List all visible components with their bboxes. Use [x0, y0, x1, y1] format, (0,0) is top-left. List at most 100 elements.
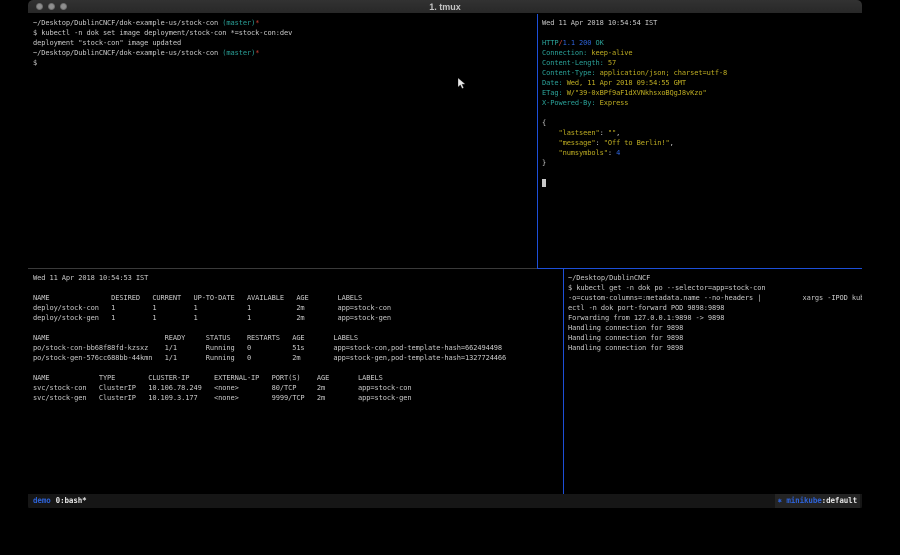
terminal-line: ectl -n dok port-forward POD 9898:9898 — [568, 303, 862, 313]
terminal-text-segment: $ kubectl -n dok set image deployment/st… — [33, 29, 292, 37]
window-titlebar[interactable]: 1. tmux — [28, 0, 862, 14]
terminal-line — [542, 178, 862, 188]
terminal-text-segment: , — [670, 139, 674, 147]
terminal-line: svc/stock-gen ClusterIP 10.109.3.177 <no… — [33, 393, 563, 403]
terminal-text-segment: "Off to Berlin!" — [604, 139, 670, 147]
terminal-line: Content-Length: 57 — [542, 58, 862, 68]
terminal-text-segment: deployment "stock-con" image updated — [33, 39, 181, 47]
terminal-text-segment: ~/Desktop/DublinCNCF/dok-example-us/stoc… — [33, 19, 222, 27]
terminal-line: deploy/stock-gen 1 1 1 1 2m app=stock-ge… — [33, 313, 563, 323]
terminal-text-segment — [542, 129, 558, 137]
terminal-text-segment: $ kubectl get -n dok po --selector=app=s… — [568, 284, 766, 292]
terminal-line: Handling connection for 9898 — [568, 333, 862, 343]
terminal-text-segment: OK — [596, 39, 604, 47]
terminal-text-segment: Content-Length: — [542, 59, 604, 67]
pane-kubectl-get[interactable]: Wed 11 Apr 2018 10:54:53 IST NAME DESIRE… — [28, 269, 563, 494]
terminal-line: ~/Desktop/DublinCNCF/dok-example-us/stoc… — [33, 48, 537, 58]
terminal-line: HTTP/1.1 200 OK — [542, 38, 862, 48]
terminal-text-segment: Handling connection for 9898 — [568, 334, 683, 342]
terminal-line: $ — [33, 58, 537, 68]
terminal-text-segment: NAME DESIRED CURRENT UP-TO-DATE AVAILABL… — [33, 294, 362, 302]
terminal-text-segment: : — [600, 129, 608, 137]
terminal-text-segment: ectl -n dok port-forward POD 9898:9898 — [568, 304, 724, 312]
terminal-line: X-Powered-By: Express — [542, 98, 862, 108]
terminal-text-segment: NAME READY STATUS RESTARTS AGE LABELS — [33, 334, 358, 342]
terminal-text-segment: X-Powered-By: — [542, 99, 596, 107]
pane-divider-vertical-top[interactable] — [537, 14, 538, 269]
terminal-text-segment: Date: — [542, 79, 563, 87]
terminal-text-segment: HTTP — [542, 39, 558, 47]
terminal-text-segment: : — [608, 149, 616, 157]
terminal-line: po/stock-con-bb68f88fd-kzsxz 1/1 Running… — [33, 343, 563, 353]
terminal-text-segment: application/json; charset=utf-8 — [596, 69, 728, 77]
terminal-line — [542, 168, 862, 178]
terminal-window: 1. tmux ~/Desktop/DublinCNCF/dok-example… — [28, 0, 862, 510]
pane-port-forward[interactable]: ~/Desktop/DublinCNCF $ kubectl get -n dok… — [564, 269, 862, 494]
terminal-line — [33, 323, 563, 333]
terminal-text-segment: Connection: — [542, 49, 587, 57]
terminal-text-segment: svc/stock-con ClusterIP 10.106.78.249 <n… — [33, 384, 412, 392]
terminal-text-segment: ~/Desktop/DublinCNCF — [568, 274, 650, 282]
terminal-line: NAME DESIRED CURRENT UP-TO-DATE AVAILABL… — [33, 293, 563, 303]
tmux-status-bar: demo 0:bash* ⎈ minikube:default — [28, 494, 862, 508]
terminal-line: "message": "Off to Berlin!", — [542, 138, 862, 148]
terminal-text-segment: (master) — [222, 49, 255, 57]
terminal-line: ~/Desktop/DublinCNCF/dok-example-us/stoc… — [33, 18, 537, 28]
terminal-line: deploy/stock-con 1 1 1 1 2m app=stock-co… — [33, 303, 563, 313]
terminal-line: NAME READY STATUS RESTARTS AGE LABELS — [33, 333, 563, 343]
terminal-text-segment: deploy/stock-con 1 1 1 1 2m app=stock-co… — [33, 304, 391, 312]
session-name: demo — [30, 494, 54, 508]
terminal-line: Forwarding from 127.0.0.1:9898 -> 9898 — [568, 313, 862, 323]
terminal-text-segment: po/stock-con-bb68f88fd-kzsxz 1/1 Running… — [33, 344, 502, 352]
terminal-line: deployment "stock-con" image updated — [33, 38, 537, 48]
terminal-text-segment: $ — [33, 59, 37, 67]
terminal-text-segment: Wed, 11 Apr 2018 09:54:55 GMT — [563, 79, 686, 87]
terminal-text-segment: ETag: — [542, 89, 563, 97]
pane-divider-vertical-bottom[interactable] — [563, 269, 564, 494]
terminal-line: po/stock-gen-576cc688bb-44kmn 1/1 Runnin… — [33, 353, 563, 363]
terminal-text-segment: deploy/stock-gen 1 1 1 1 2m app=stock-ge… — [33, 314, 391, 322]
terminal-line — [542, 28, 862, 38]
terminal-text-segment: : — [596, 139, 604, 147]
desktop: { "window": { "title": "1. tmux" }, "col… — [0, 0, 900, 555]
terminal-text-segment: 4 — [616, 149, 620, 157]
terminal-text-segment: Wed 11 Apr 2018 10:54:54 IST — [542, 19, 657, 27]
terminal-text-segment: , — [616, 129, 620, 137]
terminal-text-segment: "message" — [558, 139, 595, 147]
terminal-line: Content-Type: application/json; charset=… — [542, 68, 862, 78]
terminal-text-segment: "" — [608, 129, 616, 137]
terminal-line: -o=custom-columns=:metadata.name --no-he… — [568, 293, 862, 303]
terminal-line: $ kubectl -n dok set image deployment/st… — [33, 28, 537, 38]
terminal-line: Wed 11 Apr 2018 10:54:53 IST — [33, 273, 563, 283]
terminal-text-segment: po/stock-gen-576cc688bb-44kmn 1/1 Runnin… — [33, 354, 506, 362]
terminal-text-segment: (master) — [222, 19, 255, 27]
terminal-line: svc/stock-con ClusterIP 10.106.78.249 <n… — [33, 383, 563, 393]
terminal-line: Handling connection for 9898 — [568, 343, 862, 353]
tmux-session: ~/Desktop/DublinCNCF/dok-example-us/stoc… — [28, 14, 862, 494]
terminal-text-segment: Express — [596, 99, 629, 107]
terminal-line: Date: Wed, 11 Apr 2018 09:54:55 GMT — [542, 78, 862, 88]
terminal-line: Wed 11 Apr 2018 10:54:54 IST — [542, 18, 862, 28]
status-window-item[interactable]: 0:bash* — [54, 494, 89, 508]
terminal-text-segment: "numsymbols" — [558, 149, 607, 157]
pane-divider-horizontal-left[interactable] — [28, 268, 537, 269]
terminal-cursor — [542, 179, 546, 187]
pane-http-response[interactable]: Wed 11 Apr 2018 10:54:54 IST HTTP/1.1 20… — [538, 14, 862, 268]
pane-divider-horizontal-right[interactable] — [537, 268, 862, 269]
terminal-text-segment: W/"39-0xBPf9aF1dXVNkhsxoBQgJ8vKzo" — [563, 89, 707, 97]
terminal-line: Handling connection for 9898 — [568, 323, 862, 333]
terminal-text-segment — [542, 139, 558, 147]
terminal-text-segment: Wed 11 Apr 2018 10:54:53 IST — [33, 274, 148, 282]
terminal-line: } — [542, 158, 862, 168]
terminal-text-segment: ~/Desktop/DublinCNCF/dok-example-us/stoc… — [33, 49, 222, 57]
pane-shell-stock-con[interactable]: ~/Desktop/DublinCNCF/dok-example-us/stoc… — [28, 14, 537, 268]
status-right: ⎈ minikube:default — [775, 494, 861, 508]
terminal-text-segment: NAME TYPE CLUSTER-IP EXTERNAL-IP PORT(S)… — [33, 374, 383, 382]
kube-namespace: :default — [822, 496, 857, 505]
terminal-text-segment: Content-Type: — [542, 69, 596, 77]
terminal-text-segment: 57 — [604, 59, 616, 67]
terminal-text-segment: Handling connection for 9898 — [568, 324, 683, 332]
terminal-text-segment: 1.1 200 — [563, 39, 596, 47]
terminal-text-segment: keep-alive — [587, 49, 632, 57]
terminal-line: "numsymbols": 4 — [542, 148, 862, 158]
